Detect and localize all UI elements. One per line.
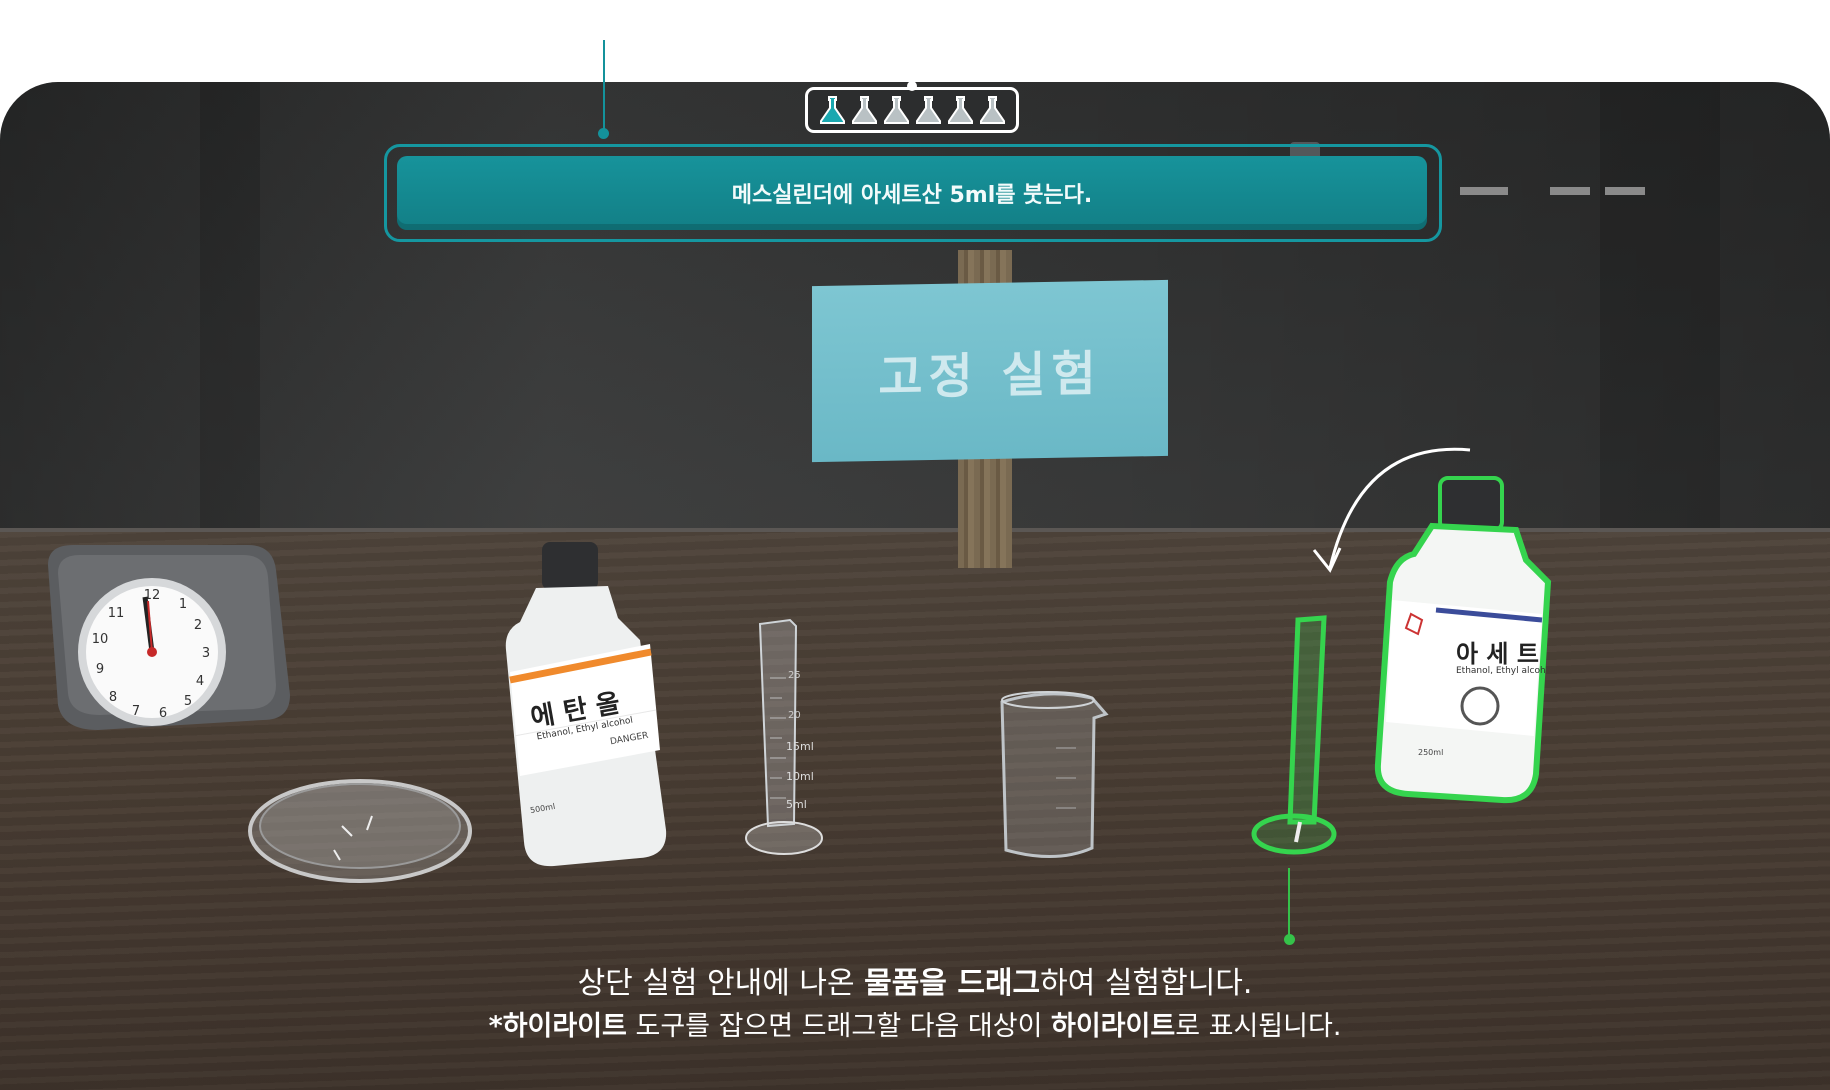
- step-progress: [805, 87, 1019, 133]
- cylinder-mark: 20: [788, 710, 801, 721]
- progress-anchor-dot: [907, 81, 917, 91]
- flask-icon: [915, 96, 941, 124]
- flask-icon: [883, 96, 909, 124]
- graduated-cylinder-highlighted[interactable]: [1244, 612, 1344, 868]
- petri-dish[interactable]: [248, 764, 472, 898]
- beaker[interactable]: [996, 688, 1114, 864]
- instruction-banner: 메스실린더에 아세트산 5ml를 붓는다.: [397, 156, 1427, 230]
- highlight-guide-line: [1288, 868, 1290, 936]
- acetic-subtitle: Ethanol, Ethyl alcoh: [1456, 666, 1546, 676]
- svg-text:4: 4: [196, 674, 204, 689]
- lab-clock[interactable]: 1212 345 678 91011: [28, 545, 290, 735]
- experiment-sign: 고정 실험: [812, 279, 1168, 463]
- graduated-cylinder[interactable]: 25 20 15ml 10ml 5ml: [740, 618, 830, 862]
- flask-icon-active: [819, 96, 845, 124]
- flask-icon: [851, 96, 877, 124]
- guide-line: [603, 40, 605, 132]
- sign-label: 고정 실험: [878, 346, 1102, 406]
- cylinder-mark: 15ml: [786, 740, 814, 753]
- acetic-volume: 250ml: [1418, 748, 1444, 757]
- acetic-acid-bottle[interactable]: 아 세 트 Ethanol, Ethyl alcoh 250ml: [1356, 474, 1556, 814]
- cylinder-mark: 10ml: [786, 770, 814, 783]
- wall-beam: [200, 82, 260, 537]
- help-text-primary: 상단 실험 안내에 나온 물품을 드래그하여 실험합니다.: [577, 966, 1253, 1001]
- highlight-guide-dot: [1284, 934, 1295, 945]
- svg-text:9: 9: [96, 662, 104, 677]
- instruction-text: 메스실린더에 아세트산 5ml를 붓는다.: [731, 183, 1093, 208]
- flask-icon: [947, 96, 973, 124]
- acetic-label: 아 세 트: [1456, 640, 1539, 668]
- svg-text:3: 3: [202, 646, 210, 661]
- cylinder-mark: 25: [788, 670, 801, 681]
- svg-text:10: 10: [92, 632, 109, 647]
- help-text-secondary: *하이라이트 도구를 잡으면 드래그할 다음 대상이 하이라이트로 표시됩니다.: [488, 1011, 1342, 1042]
- ethanol-bottle[interactable]: 에 탄 올 Ethanol, Ethyl alcohol DANGER 500m…: [500, 540, 670, 870]
- guide-dot: [598, 128, 609, 139]
- svg-text:7: 7: [132, 704, 140, 719]
- flask-icon: [979, 96, 1005, 124]
- hand-cursor-icon: [1460, 686, 1500, 726]
- svg-text:5: 5: [184, 694, 192, 709]
- svg-text:8: 8: [109, 690, 117, 705]
- cylinder-mark: 5ml: [786, 798, 807, 811]
- svg-text:11: 11: [108, 606, 125, 621]
- svg-text:6: 6: [159, 706, 167, 721]
- svg-text:1: 1: [179, 597, 187, 612]
- svg-text:2: 2: [194, 618, 202, 633]
